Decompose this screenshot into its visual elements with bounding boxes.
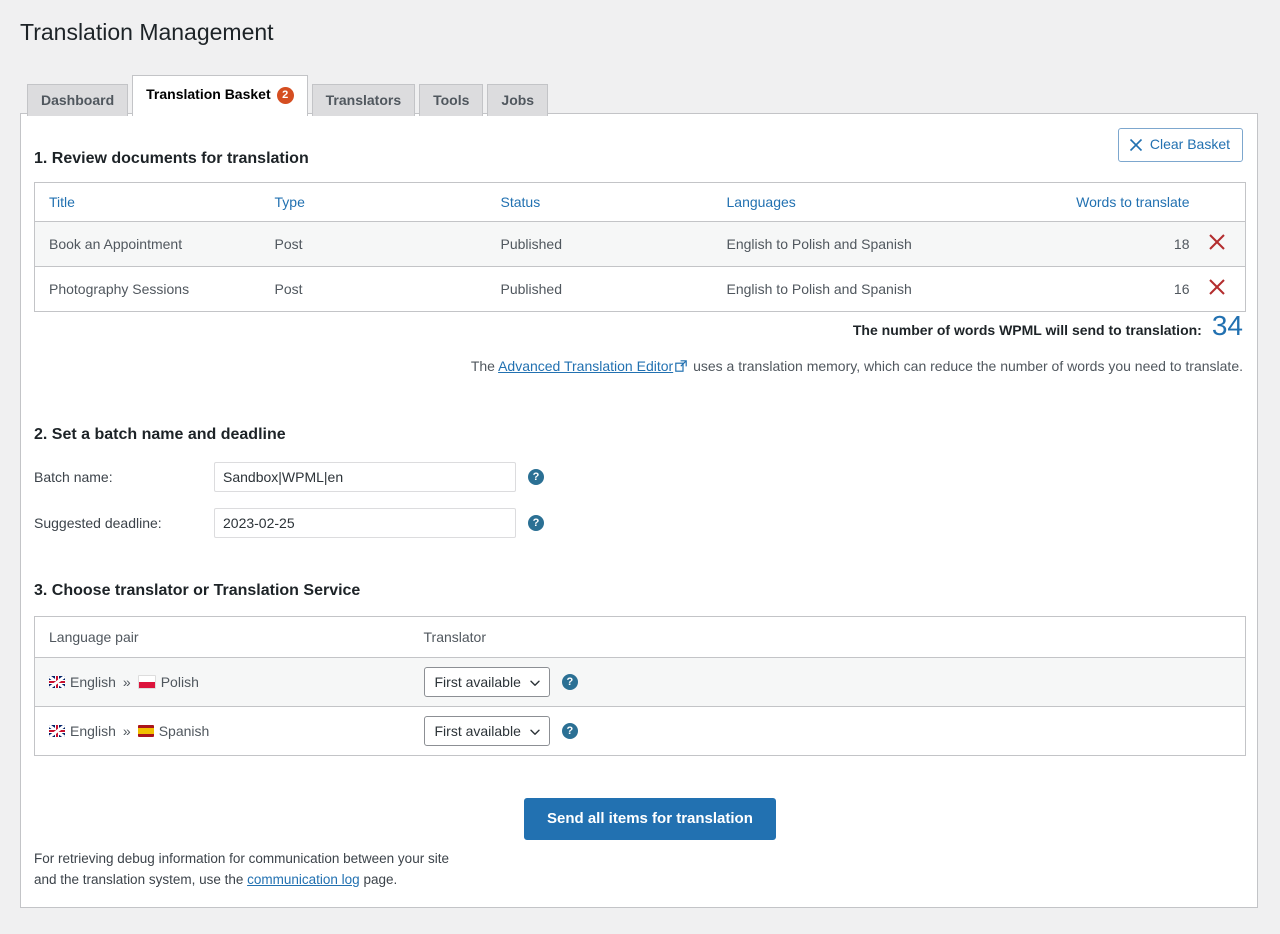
chevron-down-icon <box>529 676 541 688</box>
cell-remove <box>1189 221 1246 267</box>
section-1-heading: 1. Review documents for translation <box>34 150 309 167</box>
source-language-label: English <box>70 674 116 690</box>
cell-languages: English to Polish and Spanish <box>712 221 1030 267</box>
cell-type: Post <box>260 266 487 312</box>
suggested-deadline-label: Suggested deadline: <box>34 515 162 531</box>
clear-basket-button[interactable]: Clear Basket <box>1117 128 1243 162</box>
translators-table: Language pair Translator English » Polis… <box>34 616 1246 756</box>
cell-status: Published <box>486 266 713 312</box>
tab-dashboard[interactable]: Dashboard <box>27 84 129 116</box>
cell-remove <box>1189 266 1246 312</box>
tab-bar: Dashboard Translation Basket 2 Translator… <box>27 75 552 116</box>
column-header-title[interactable]: Title <box>34 182 261 222</box>
tab-label: Translation Basket <box>146 86 271 102</box>
send-all-items-button[interactable]: Send all items for translation <box>524 798 776 840</box>
tab-label: Jobs <box>501 92 535 108</box>
help-icon[interactable]: ? <box>528 515 544 531</box>
cell-words: 16 <box>1029 266 1190 312</box>
tab-label: Tools <box>433 92 470 108</box>
flag-united-kingdom-icon <box>49 676 65 688</box>
translator-select-value: First available <box>434 674 521 690</box>
cell-title: Photography Sessions <box>34 266 261 312</box>
table-row: Book an Appointment Post Published Engli… <box>34 221 1246 267</box>
words-total-line: The number of words WPML will send to tr… <box>853 312 1243 340</box>
batch-name-row: Batch name: ? <box>34 462 544 492</box>
cell-translator: First available ? <box>409 657 1246 707</box>
column-header-words[interactable]: Words to translate <box>1029 182 1190 222</box>
table-header-row: Language pair Translator <box>34 616 1246 658</box>
tab-translation-basket[interactable]: Translation Basket 2 <box>132 75 308 116</box>
close-x-icon <box>1129 138 1143 152</box>
debug-note-suffix: page. <box>359 871 398 887</box>
cell-type: Post <box>260 221 487 267</box>
source-language-label: English <box>70 723 116 739</box>
batch-name-input[interactable] <box>214 462 516 492</box>
suggested-deadline-input[interactable] <box>214 508 516 538</box>
communication-log-note: For retrieving debug information for com… <box>34 849 464 891</box>
tab-jobs[interactable]: Jobs <box>487 84 549 116</box>
clear-basket-label: Clear Basket <box>1149 136 1230 152</box>
translator-select-value: First available <box>434 723 521 739</box>
cell-words: 18 <box>1029 221 1190 267</box>
words-total-value: 34 <box>1211 310 1243 341</box>
ate-note-prefix: The <box>470 358 499 374</box>
help-icon[interactable]: ? <box>561 674 578 690</box>
target-language-label: Spanish <box>158 723 210 739</box>
help-icon[interactable]: ? <box>528 469 544 485</box>
ate-note-suffix: uses a translation memory, which can red… <box>689 358 1243 374</box>
remove-x-icon[interactable] <box>1208 233 1226 255</box>
suggested-deadline-row: Suggested deadline: ? <box>34 508 544 538</box>
cell-title: Book an Appointment <box>34 221 261 267</box>
flag-spain-icon <box>137 725 154 737</box>
remove-x-icon[interactable] <box>1208 278 1226 300</box>
documents-table: Title Type Status Languages Words to tra… <box>34 182 1246 312</box>
flag-united-kingdom-icon <box>49 725 65 737</box>
external-link-icon <box>675 359 687 372</box>
tab-tools[interactable]: Tools <box>419 84 484 116</box>
cell-translator: First available ? <box>409 706 1246 756</box>
flag-poland-icon <box>137 675 156 689</box>
cell-language-pair: English » Spanish <box>34 706 410 756</box>
column-header-actions <box>1189 182 1246 222</box>
batch-name-label: Batch name: <box>34 469 113 485</box>
communication-log-link[interactable]: communication log <box>247 872 360 887</box>
table-header-row: Title Type Status Languages Words to tra… <box>34 182 1246 222</box>
cell-status: Published <box>486 221 713 267</box>
table-row: English » Polish First available ? <box>34 657 1246 707</box>
translation-basket-panel: Clear Basket 1. Review documents for tra… <box>20 113 1258 908</box>
arrow-separator: » <box>122 674 131 690</box>
tab-label: Translators <box>325 92 402 108</box>
advanced-translation-editor-note: The Advanced Translation Editor uses a t… <box>21 358 1243 374</box>
page-title: Translation Management <box>20 19 274 45</box>
chevron-down-icon <box>529 725 541 737</box>
target-language-label: Polish <box>160 674 199 690</box>
tab-badge-count: 2 <box>276 87 294 104</box>
column-header-type[interactable]: Type <box>260 182 487 222</box>
translator-select-spanish[interactable]: First available <box>423 716 550 746</box>
translator-select-polish[interactable]: First available <box>423 667 550 697</box>
cell-languages: English to Polish and Spanish <box>712 266 1030 312</box>
section-2-heading: 2. Set a batch name and deadline <box>34 426 286 443</box>
tab-label: Dashboard <box>41 92 115 108</box>
column-header-translator: Translator <box>409 616 1246 658</box>
arrow-separator: » <box>122 723 131 739</box>
column-header-language-pair: Language pair <box>34 616 410 658</box>
help-icon[interactable]: ? <box>561 723 578 739</box>
column-header-languages[interactable]: Languages <box>712 182 1030 222</box>
advanced-translation-editor-link[interactable]: Advanced Translation Editor <box>498 358 673 374</box>
table-row: Photography Sessions Post Published Engl… <box>34 266 1246 312</box>
tab-translators[interactable]: Translators <box>311 84 416 116</box>
section-3-heading: 3. Choose translator or Translation Serv… <box>34 582 361 599</box>
words-total-label: The number of words WPML will send to tr… <box>852 322 1202 338</box>
table-row: English » Spanish First available ? <box>34 706 1246 756</box>
column-header-status[interactable]: Status <box>486 182 713 222</box>
cell-language-pair: English » Polish <box>34 657 410 707</box>
